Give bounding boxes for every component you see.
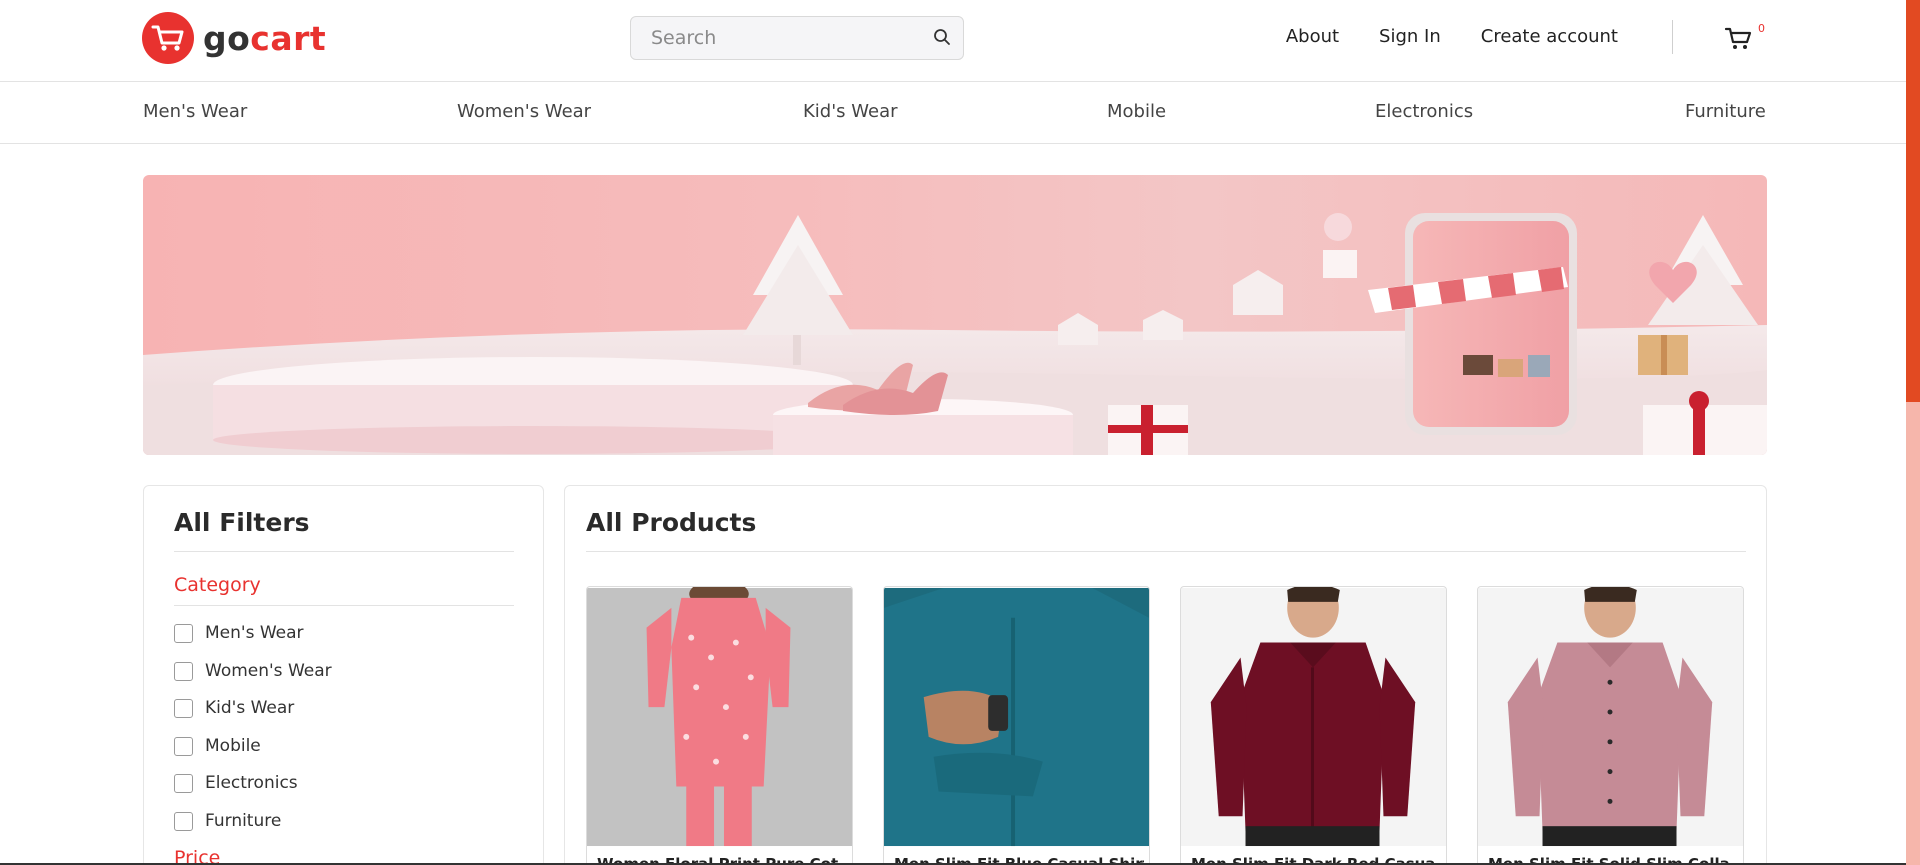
filters-title: All Filters xyxy=(174,508,310,537)
filter-label: Kid's Wear xyxy=(205,698,295,718)
logo-text-go: go xyxy=(203,18,251,58)
product-card[interactable]: Men Slim Fit Solid Slim Colla xyxy=(1477,586,1744,865)
checkbox[interactable] xyxy=(174,811,193,831)
logo-text: gocart xyxy=(203,22,326,55)
page-scrollbar[interactable] xyxy=(1906,0,1920,865)
nav-item-electronics[interactable]: Electronics xyxy=(1375,101,1473,122)
filter-kids-wear[interactable]: Kid's Wear xyxy=(174,698,294,718)
sign-in-link[interactable]: Sign In xyxy=(1379,26,1441,47)
checkbox[interactable] xyxy=(174,736,193,756)
filter-label: Men's Wear xyxy=(205,623,304,643)
checkbox[interactable] xyxy=(174,698,193,718)
checkbox[interactable] xyxy=(174,623,193,643)
category-divider xyxy=(174,605,514,606)
cart-count-badge: 0 xyxy=(1758,22,1765,35)
category-filter-heading: Category xyxy=(174,574,261,596)
cart-icon[interactable] xyxy=(1724,24,1754,54)
top-header: gocart About Sign In Create account 0 xyxy=(0,0,1906,82)
filter-womens-wear[interactable]: Women's Wear xyxy=(174,661,332,681)
create-account-link[interactable]: Create account xyxy=(1481,26,1618,47)
checkbox[interactable] xyxy=(174,773,193,793)
filter-mobile[interactable]: Mobile xyxy=(174,736,261,756)
product-image xyxy=(1181,587,1446,847)
cart-logo-icon xyxy=(142,12,194,64)
search-icon[interactable] xyxy=(933,28,953,48)
filter-mens-wear[interactable]: Men's Wear xyxy=(174,623,304,643)
nav-item-womens-wear[interactable]: Women's Wear xyxy=(457,101,591,122)
banner-illustration xyxy=(143,213,1767,455)
product-card[interactable]: Women Floral Print Pure Cot xyxy=(586,586,853,865)
about-link[interactable]: About xyxy=(1286,26,1339,47)
scrollbar-thumb[interactable] xyxy=(1906,0,1920,402)
search-input[interactable] xyxy=(631,17,921,59)
filter-furniture[interactable]: Furniture xyxy=(174,811,281,831)
nav-item-kids-wear[interactable]: Kid's Wear xyxy=(803,101,898,122)
checkbox[interactable] xyxy=(174,661,193,681)
logo[interactable]: gocart xyxy=(142,12,326,64)
product-card[interactable]: Men Slim Fit Blue Casual Shirt xyxy=(883,586,1150,865)
filters-panel: All Filters Category Men's Wear Women's … xyxy=(143,485,544,865)
products-divider xyxy=(586,551,1746,552)
nav-item-mens-wear[interactable]: Men's Wear xyxy=(143,101,247,122)
filter-label: Furniture xyxy=(205,811,282,831)
nav-item-furniture[interactable]: Furniture xyxy=(1685,101,1766,122)
product-card[interactable]: Men Slim Fit Dark Red Casua xyxy=(1180,586,1447,865)
filter-electronics[interactable]: Electronics xyxy=(174,773,298,793)
product-image xyxy=(587,587,852,847)
filter-label: Women's Wear xyxy=(205,661,332,681)
products-panel: All Products Women Floral Print Pure Cot xyxy=(564,485,1767,865)
filters-divider xyxy=(174,551,514,552)
product-image xyxy=(884,587,1149,847)
filter-label: Electronics xyxy=(205,773,298,793)
product-image xyxy=(1478,587,1743,847)
promo-banner[interactable] xyxy=(143,175,1767,455)
category-nav: Men's Wear Women's Wear Kid's Wear Mobil… xyxy=(0,82,1906,144)
search-box xyxy=(630,16,964,60)
products-title: All Products xyxy=(586,508,757,537)
nav-item-mobile[interactable]: Mobile xyxy=(1107,101,1166,122)
header-divider xyxy=(1672,20,1673,54)
filter-label: Mobile xyxy=(205,736,261,756)
logo-text-cart: cart xyxy=(250,18,327,58)
top-links: About Sign In Create account xyxy=(1286,26,1618,47)
